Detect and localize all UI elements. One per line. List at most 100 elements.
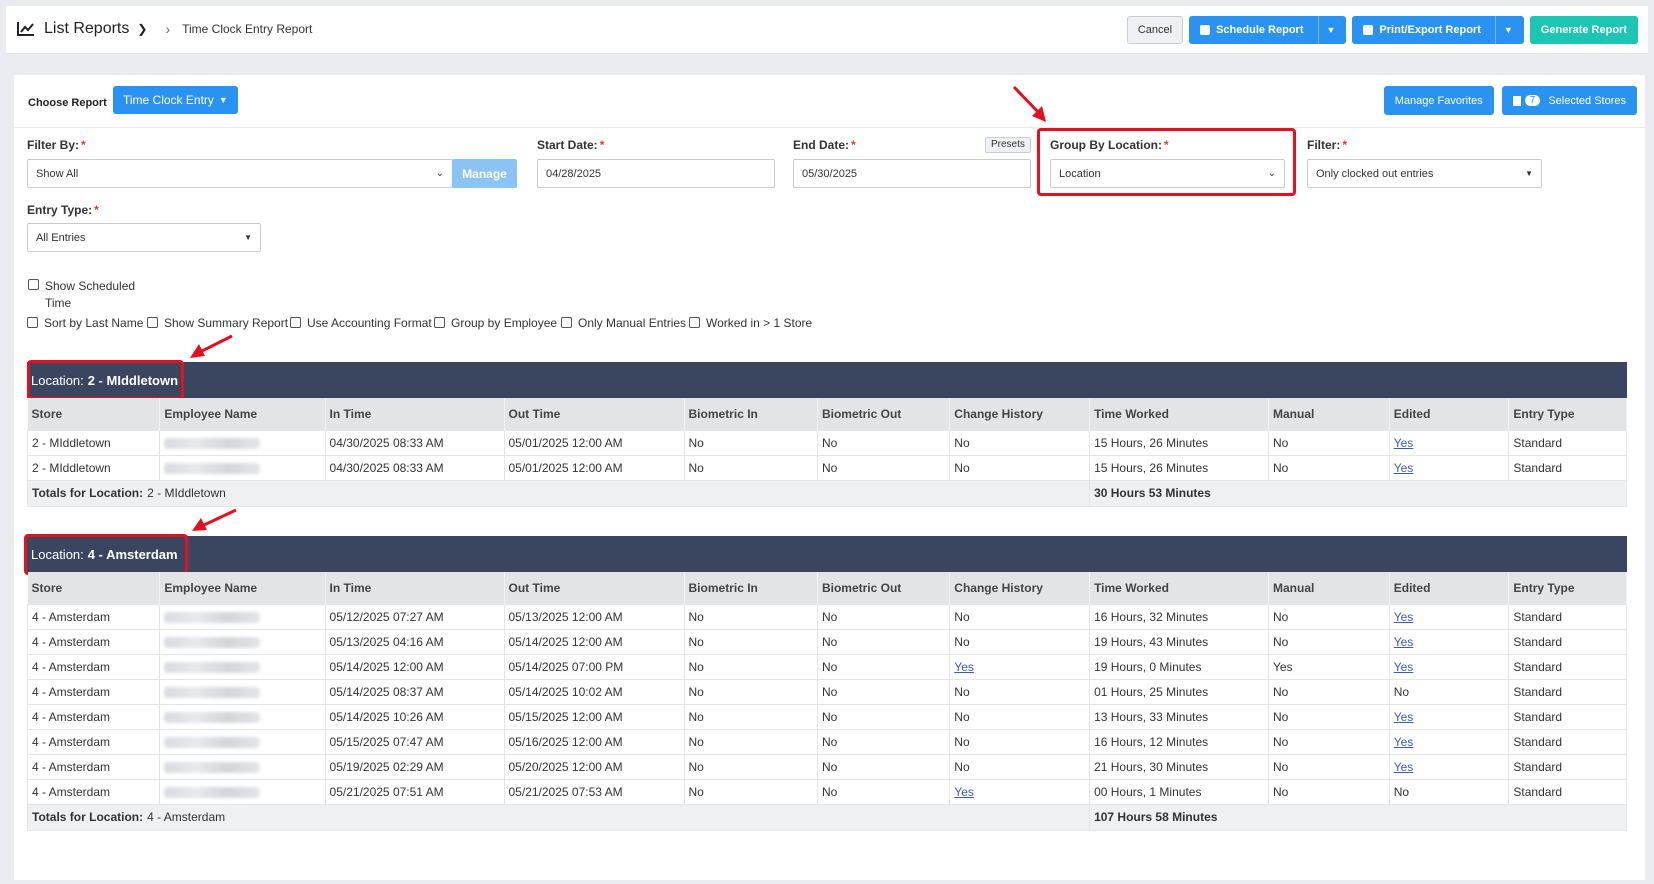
worked-multi-store-label: Worked in > 1 Store — [706, 316, 813, 330]
filter-by-label: Filter By: * — [27, 138, 86, 152]
table-cell: 4 - Amsterdam — [26, 703, 161, 730]
change-history-link[interactable]: Yes — [954, 785, 974, 799]
column-header[interactable]: Biometric In — [684, 398, 818, 430]
list-reports-link[interactable]: List Reports — [44, 20, 129, 38]
worked-multi-store-checkbox[interactable]: Worked in > 1 Store — [689, 316, 812, 330]
table-cell: No — [816, 703, 951, 730]
show-scheduled-label: Show Scheduled Time — [45, 279, 136, 310]
selected-stores-label: Selected Stores — [1548, 94, 1626, 107]
schedule-report-button[interactable]: Schedule Report ▼ — [1189, 16, 1347, 44]
cancel-button[interactable]: Cancel — [1126, 16, 1184, 44]
table-cell: 4 - Amsterdam — [26, 753, 161, 780]
manual-entries-checkbox[interactable]: Only Manual Entries — [561, 316, 686, 330]
table-cell: No — [683, 778, 818, 805]
table-cell: 4 - Amsterdam — [26, 728, 161, 755]
table-cell: No — [1268, 753, 1390, 780]
column-header[interactable]: Biometric In — [684, 572, 818, 604]
column-header[interactable]: In Time — [325, 572, 505, 604]
column-header[interactable]: Employee Name — [159, 398, 326, 430]
employee-name-redacted — [164, 686, 261, 698]
table-row: 4 - Amsterdam 05/12/2025 07:27 AM 05/13/20… — [26, 603, 1627, 630]
filter-select[interactable]: Only clocked out entries ▼ — [1307, 159, 1542, 188]
edited-link[interactable]: Yes — [1394, 635, 1414, 649]
table-cell: No — [1268, 728, 1390, 755]
edited-link[interactable]: Yes — [1394, 610, 1414, 624]
table-cell: No — [949, 628, 1091, 655]
change-history-link[interactable]: Yes — [954, 660, 974, 674]
table-cell: No — [683, 628, 818, 655]
column-header[interactable]: Edited — [1389, 572, 1510, 604]
column-header[interactable]: Biometric Out — [817, 572, 951, 604]
column-header[interactable]: Out Time — [504, 398, 685, 430]
edited-link[interactable]: Yes — [1394, 461, 1414, 475]
edited-link[interactable]: Yes — [1394, 735, 1414, 749]
column-header[interactable]: Store — [27, 572, 161, 604]
totals-label: Totals for Location: 4 - Amsterdam — [26, 803, 1091, 831]
print-export-button[interactable]: Print/Export Report ▼ — [1352, 16, 1524, 44]
end-date-input[interactable]: 05/30/2025 — [793, 159, 1031, 188]
group-employee-checkbox[interactable]: Group by Employee — [434, 316, 557, 330]
table-cell: Yes — [1388, 753, 1510, 780]
column-header[interactable]: Time Worked — [1089, 572, 1270, 604]
sort-last-name-checkbox[interactable]: Sort by Last Name — [27, 316, 143, 330]
header-actions: Cancel Schedule Report ▼ Print/Export Re… — [1126, 16, 1638, 44]
generate-report-button[interactable]: Generate Report — [1529, 16, 1638, 44]
choose-report-label: Choose Report — [28, 97, 107, 109]
column-header[interactable]: Entry Type — [1508, 398, 1627, 430]
report-type-dropdown[interactable]: Time Clock Entry ▼ — [113, 86, 238, 114]
column-header[interactable]: Change History — [949, 572, 1091, 604]
manage-button[interactable]: Manage — [452, 159, 517, 188]
sort-last-name-label: Sort by Last Name — [44, 316, 144, 330]
table-cell — [159, 429, 326, 456]
table-cell: Standard — [1508, 603, 1627, 630]
summary-report-checkbox[interactable]: Show Summary Report — [147, 316, 288, 330]
report-table: Store Employee Name In Time Out Time Biometr… — [26, 572, 1627, 831]
entry-type-select[interactable]: All Entries ▼ — [27, 223, 261, 252]
table-cell: 4 - Amsterdam — [26, 678, 161, 705]
chevron-down-icon[interactable]: ▼ — [1317, 16, 1335, 44]
table-cell: 05/01/2025 12:00 AM — [503, 454, 685, 481]
chevron-down-icon[interactable]: ▼ — [1494, 16, 1513, 44]
employee-name-redacted — [164, 462, 261, 474]
column-header[interactable]: Store — [27, 398, 161, 430]
table-cell: 04/30/2025 08:33 AM — [324, 454, 505, 481]
table-cell — [159, 728, 326, 755]
edited-link[interactable]: Yes — [1394, 710, 1414, 724]
column-header[interactable]: Manual — [1268, 572, 1390, 604]
column-header[interactable]: Edited — [1389, 398, 1510, 430]
edited-link[interactable]: Yes — [1394, 660, 1414, 674]
table-cell: No — [683, 753, 818, 780]
table-cell: 05/15/2025 12:00 AM — [503, 703, 685, 730]
accounting-format-checkbox[interactable]: Use Accounting Format — [290, 316, 432, 330]
table-cell: Yes — [949, 653, 1091, 680]
chevron-down-icon: ⌄ — [435, 168, 444, 179]
edited-link[interactable]: Yes — [1394, 436, 1414, 450]
show-scheduled-checkbox[interactable]: Show Scheduled Time — [28, 278, 135, 312]
column-header[interactable]: Biometric Out — [817, 398, 951, 430]
totals-label: Totals for Location: 2 - MIddletown — [26, 479, 1091, 507]
column-header[interactable]: Change History — [949, 398, 1091, 430]
checkbox[interactable] — [28, 279, 39, 290]
chevron-down-icon[interactable]: ❯ — [137, 22, 147, 36]
accounting-format-label: Use Accounting Format — [307, 316, 432, 330]
start-date-input[interactable]: 04/28/2025 — [537, 159, 775, 188]
table-cell: No — [1268, 778, 1390, 805]
edited-link[interactable]: Yes — [1394, 760, 1414, 774]
column-header[interactable]: Employee Name — [159, 572, 326, 604]
table-cell: No — [949, 603, 1091, 630]
table-cell: Yes — [1388, 429, 1510, 456]
table-cell — [159, 454, 326, 481]
filter-by-select[interactable]: Show All ⌄ — [27, 159, 453, 188]
column-header[interactable]: In Time — [325, 398, 505, 430]
column-header[interactable]: Manual — [1268, 398, 1390, 430]
column-header[interactable]: Out Time — [504, 572, 685, 604]
table-cell: 05/13/2025 12:00 AM — [503, 603, 685, 630]
column-header[interactable]: Time Worked — [1089, 398, 1270, 430]
table-cell: 2 - MIddletown — [26, 429, 161, 456]
selected-stores-button[interactable]: 7 Selected Stores — [1501, 86, 1637, 115]
presets-button[interactable]: Presets — [985, 137, 1031, 153]
manage-favorites-button[interactable]: Manage Favorites — [1383, 86, 1494, 115]
table-cell: Yes — [949, 778, 1091, 805]
column-header[interactable]: Entry Type — [1508, 572, 1627, 604]
table-row: 2 - MIddletown 04/30/2025 08:33 AM 05/01/2… — [26, 454, 1627, 481]
